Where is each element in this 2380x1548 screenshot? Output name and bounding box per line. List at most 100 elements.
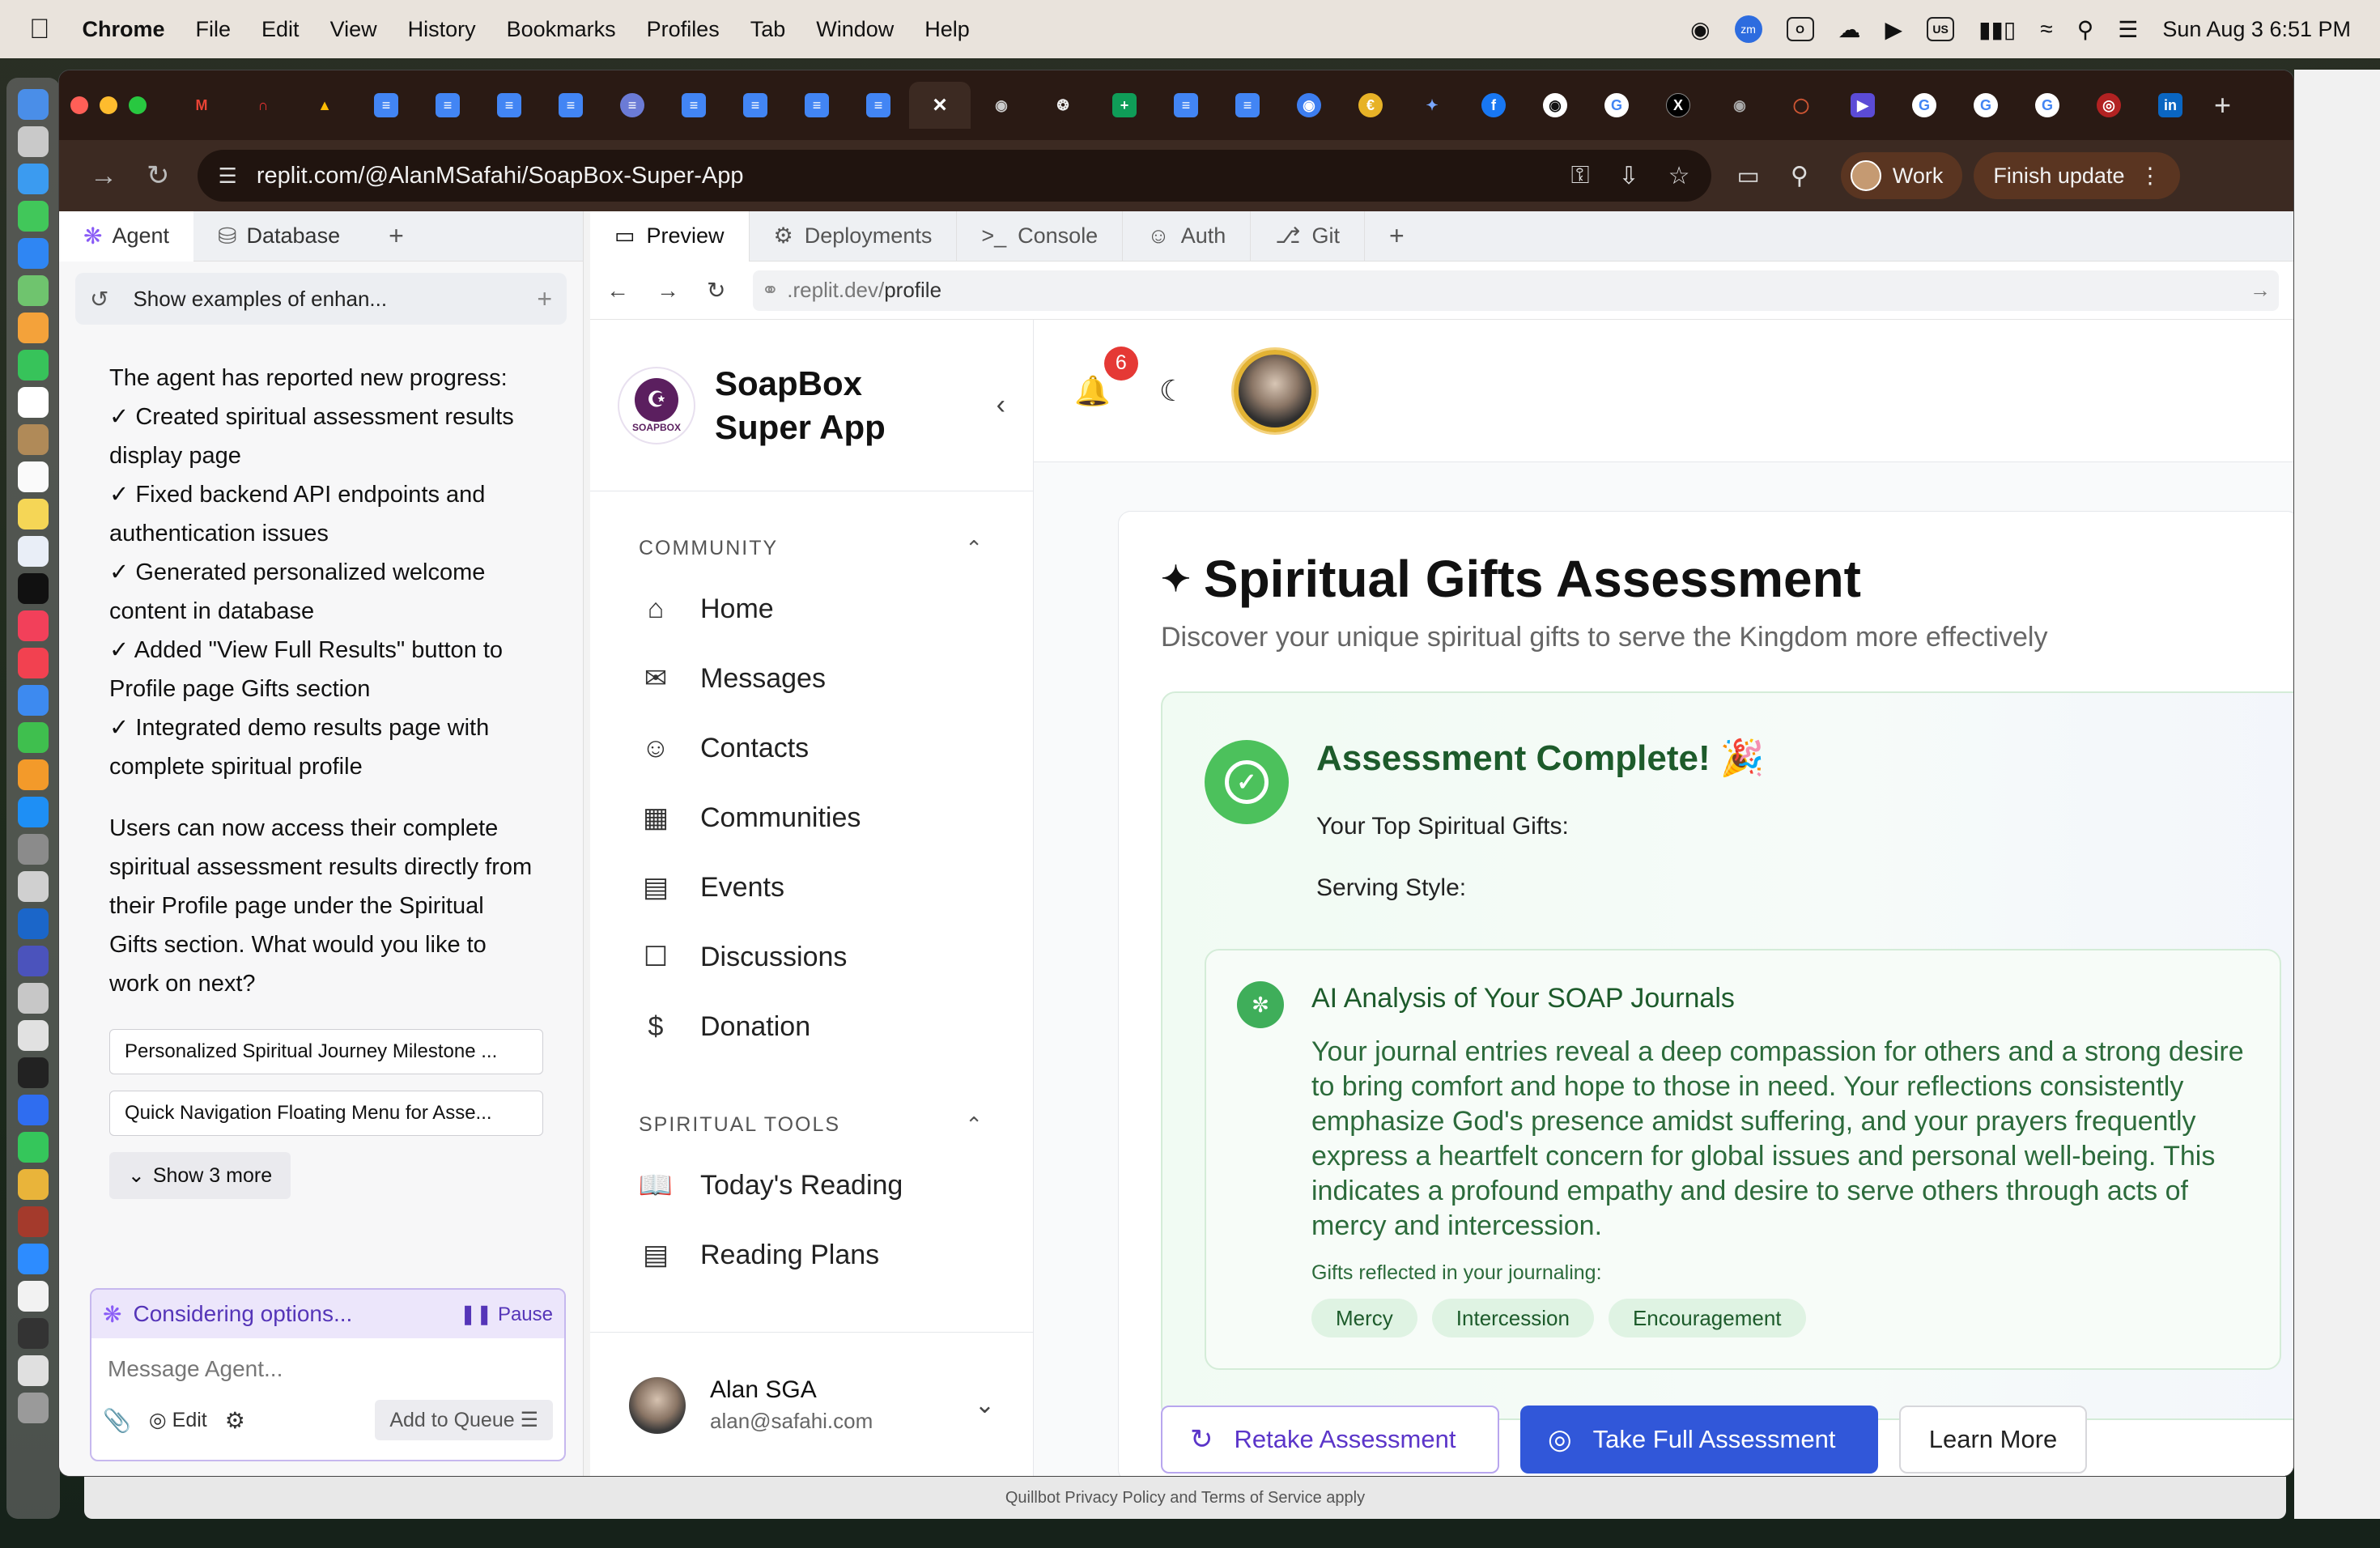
chevron-down-icon[interactable]: ⌄ bbox=[975, 1391, 995, 1419]
tab-docs-9[interactable]: ≡ bbox=[1155, 82, 1217, 129]
reload-icon[interactable]: ↻ bbox=[147, 159, 170, 192]
chat-title[interactable]: Show examples of enhan... bbox=[133, 287, 387, 312]
input-source-icon[interactable]: US bbox=[1927, 17, 1955, 41]
menu-profiles[interactable]: Profiles bbox=[647, 17, 720, 42]
tab-site-5[interactable]: ◯ bbox=[1770, 82, 1832, 129]
notifications-bell-icon[interactable]: 🔔 6 bbox=[1074, 346, 1138, 408]
keynote-icon[interactable] bbox=[18, 685, 49, 716]
forward-icon[interactable]: → bbox=[657, 278, 679, 304]
whatsapp-icon[interactable] bbox=[18, 1132, 49, 1163]
show-more-button[interactable]: ⌄ Show 3 more bbox=[109, 1152, 291, 1199]
nav-messages[interactable]: ✉ Messages bbox=[590, 644, 1033, 713]
tab-google-3[interactable]: G bbox=[1955, 82, 2017, 129]
menu-history[interactable]: History bbox=[408, 17, 476, 42]
forward-icon[interactable]: → bbox=[90, 160, 117, 192]
take-full-assessment-button[interactable]: ◎ Take Full Assessment bbox=[1520, 1406, 1878, 1474]
tab-active-replit[interactable]: × bbox=[909, 82, 971, 129]
tv-icon[interactable] bbox=[18, 573, 49, 604]
add-to-queue-button[interactable]: Add to Queue ☰ bbox=[375, 1400, 553, 1440]
more-menu-icon[interactable]: ⋮ bbox=[2139, 164, 2161, 189]
address-bar[interactable]: ☰ replit.com/@AlanMSafahi/SoapBox-Super-… bbox=[197, 150, 1711, 202]
close-tab-icon[interactable]: × bbox=[928, 91, 952, 118]
retake-assessment-button[interactable]: ↻ Retake Assessment bbox=[1161, 1406, 1499, 1474]
message-agent-input[interactable]: Message Agent... bbox=[91, 1338, 564, 1400]
launchpad-icon[interactable] bbox=[18, 126, 49, 157]
app-store-icon[interactable] bbox=[18, 797, 49, 827]
photos-icon[interactable] bbox=[18, 313, 49, 343]
tab-preview[interactable]: ▭ Preview bbox=[590, 211, 750, 262]
tab-database[interactable]: ⛁ Database bbox=[193, 211, 364, 262]
iphone-mirroring-icon[interactable] bbox=[18, 871, 49, 902]
music-icon[interactable] bbox=[18, 610, 49, 641]
tab-linkedin[interactable]: in bbox=[2140, 82, 2201, 129]
wifi-icon[interactable]: ≈ bbox=[2040, 16, 2052, 42]
tab-site-7[interactable]: ◎ bbox=[2078, 82, 2140, 129]
finish-update-button[interactable]: Finish update ⋮ bbox=[1974, 152, 2181, 199]
numbers-icon[interactable] bbox=[18, 722, 49, 753]
minimize-window-button[interactable] bbox=[100, 96, 117, 114]
mail-icon[interactable] bbox=[18, 238, 49, 269]
reload-icon[interactable]: ↻ bbox=[707, 277, 725, 304]
community-section-header[interactable]: COMMUNITY ⌃ bbox=[590, 522, 1033, 574]
suggestion-button[interactable]: Personalized Spiritual Journey Milestone… bbox=[109, 1029, 543, 1074]
screenshot-icon[interactable] bbox=[18, 1318, 49, 1349]
tab-docs-6[interactable]: ≡ bbox=[725, 82, 786, 129]
tab-drive[interactable]: ▲ bbox=[294, 82, 355, 129]
terminal-icon[interactable] bbox=[18, 1057, 49, 1088]
trash-icon[interactable] bbox=[18, 1393, 49, 1423]
safari-icon[interactable] bbox=[18, 164, 49, 194]
menu-file[interactable]: File bbox=[196, 17, 232, 42]
contacts-icon[interactable] bbox=[18, 424, 49, 455]
tab-google-4[interactable]: G bbox=[2017, 82, 2078, 129]
tab-github[interactable]: ◉ bbox=[1524, 82, 1586, 129]
nav-reading-plans[interactable]: ▤ Reading Plans bbox=[590, 1220, 1033, 1290]
add-tool-button[interactable]: + bbox=[1365, 211, 1429, 262]
document-icon[interactable] bbox=[18, 1281, 49, 1312]
dark-mode-toggle-icon[interactable]: ☾ bbox=[1159, 374, 1185, 408]
nav-todays-reading[interactable]: 📖 Today's Reading bbox=[590, 1150, 1033, 1220]
preview-url[interactable]: ⚭ .replit.dev/profile → bbox=[753, 270, 2279, 311]
control-center-icon[interactable]: ☰ bbox=[2118, 16, 2138, 43]
downloads-icon[interactable] bbox=[18, 1355, 49, 1386]
tab-console[interactable]: >_ Console bbox=[957, 211, 1124, 262]
chat-history-bar[interactable]: ↺ Show examples of enhan... + bbox=[75, 273, 567, 325]
facetime-icon[interactable] bbox=[18, 350, 49, 381]
address-bar-url[interactable]: replit.com/@AlanMSafahi/SoapBox-Super-Ap… bbox=[257, 163, 744, 189]
tab-globe[interactable]: ◉ bbox=[971, 82, 1032, 129]
tab-facebook[interactable]: f bbox=[1463, 82, 1524, 129]
menubar-clock[interactable]: Sun Aug 3 6:51 PM bbox=[2162, 17, 2351, 42]
learn-more-button[interactable]: Learn More bbox=[1899, 1406, 2087, 1474]
menu-edit[interactable]: Edit bbox=[261, 17, 300, 42]
tab-site-3[interactable]: € bbox=[1340, 82, 1401, 129]
tab-deployments[interactable]: ⚙ Deployments bbox=[750, 211, 958, 262]
suggestion-button[interactable]: Quick Navigation Floating Menu for Asse.… bbox=[109, 1091, 543, 1136]
finder-icon[interactable] bbox=[18, 89, 49, 120]
freeform-icon[interactable] bbox=[18, 536, 49, 567]
tab-docs-3[interactable]: ≡ bbox=[478, 82, 540, 129]
tab-gemini[interactable]: ✦ bbox=[1401, 82, 1463, 129]
play-icon[interactable]: ▶ bbox=[1885, 16, 1903, 43]
tab-sheets[interactable]: + bbox=[1094, 82, 1155, 129]
nav-discussions[interactable]: ☐ Discussions bbox=[590, 922, 1033, 992]
settings-sliders-icon[interactable]: ⚙ bbox=[225, 1407, 245, 1434]
back-icon[interactable]: ← bbox=[606, 278, 629, 304]
header-avatar[interactable] bbox=[1234, 349, 1317, 432]
nav-contacts[interactable]: ☺ Contacts bbox=[590, 713, 1033, 783]
tab-docs-10[interactable]: ≡ bbox=[1217, 82, 1278, 129]
zoom-icon[interactable]: zm bbox=[1734, 15, 1762, 43]
tab-headphones[interactable]: ∩ bbox=[232, 82, 294, 129]
tab-auth[interactable]: ☺ Auth bbox=[1123, 211, 1252, 262]
news-icon[interactable] bbox=[18, 648, 49, 678]
zoom-dock-icon[interactable] bbox=[18, 1244, 49, 1274]
profile-button[interactable]: Work bbox=[1840, 152, 1963, 199]
tab-google-2[interactable]: G bbox=[1893, 82, 1955, 129]
tab-docs-5[interactable]: ≡ bbox=[663, 82, 725, 129]
edit-button[interactable]: ◎ Edit bbox=[149, 1408, 207, 1432]
tab-docs-7[interactable]: ≡ bbox=[786, 82, 848, 129]
menu-tab[interactable]: Tab bbox=[750, 17, 786, 42]
dictionary-icon[interactable] bbox=[18, 1206, 49, 1237]
outlook-icon[interactable]: O bbox=[1786, 17, 1814, 41]
tab-site-1[interactable]: ≡ bbox=[601, 82, 663, 129]
vpn-icon[interactable]: ◉ bbox=[1690, 16, 1710, 43]
teams-icon[interactable] bbox=[18, 946, 49, 976]
